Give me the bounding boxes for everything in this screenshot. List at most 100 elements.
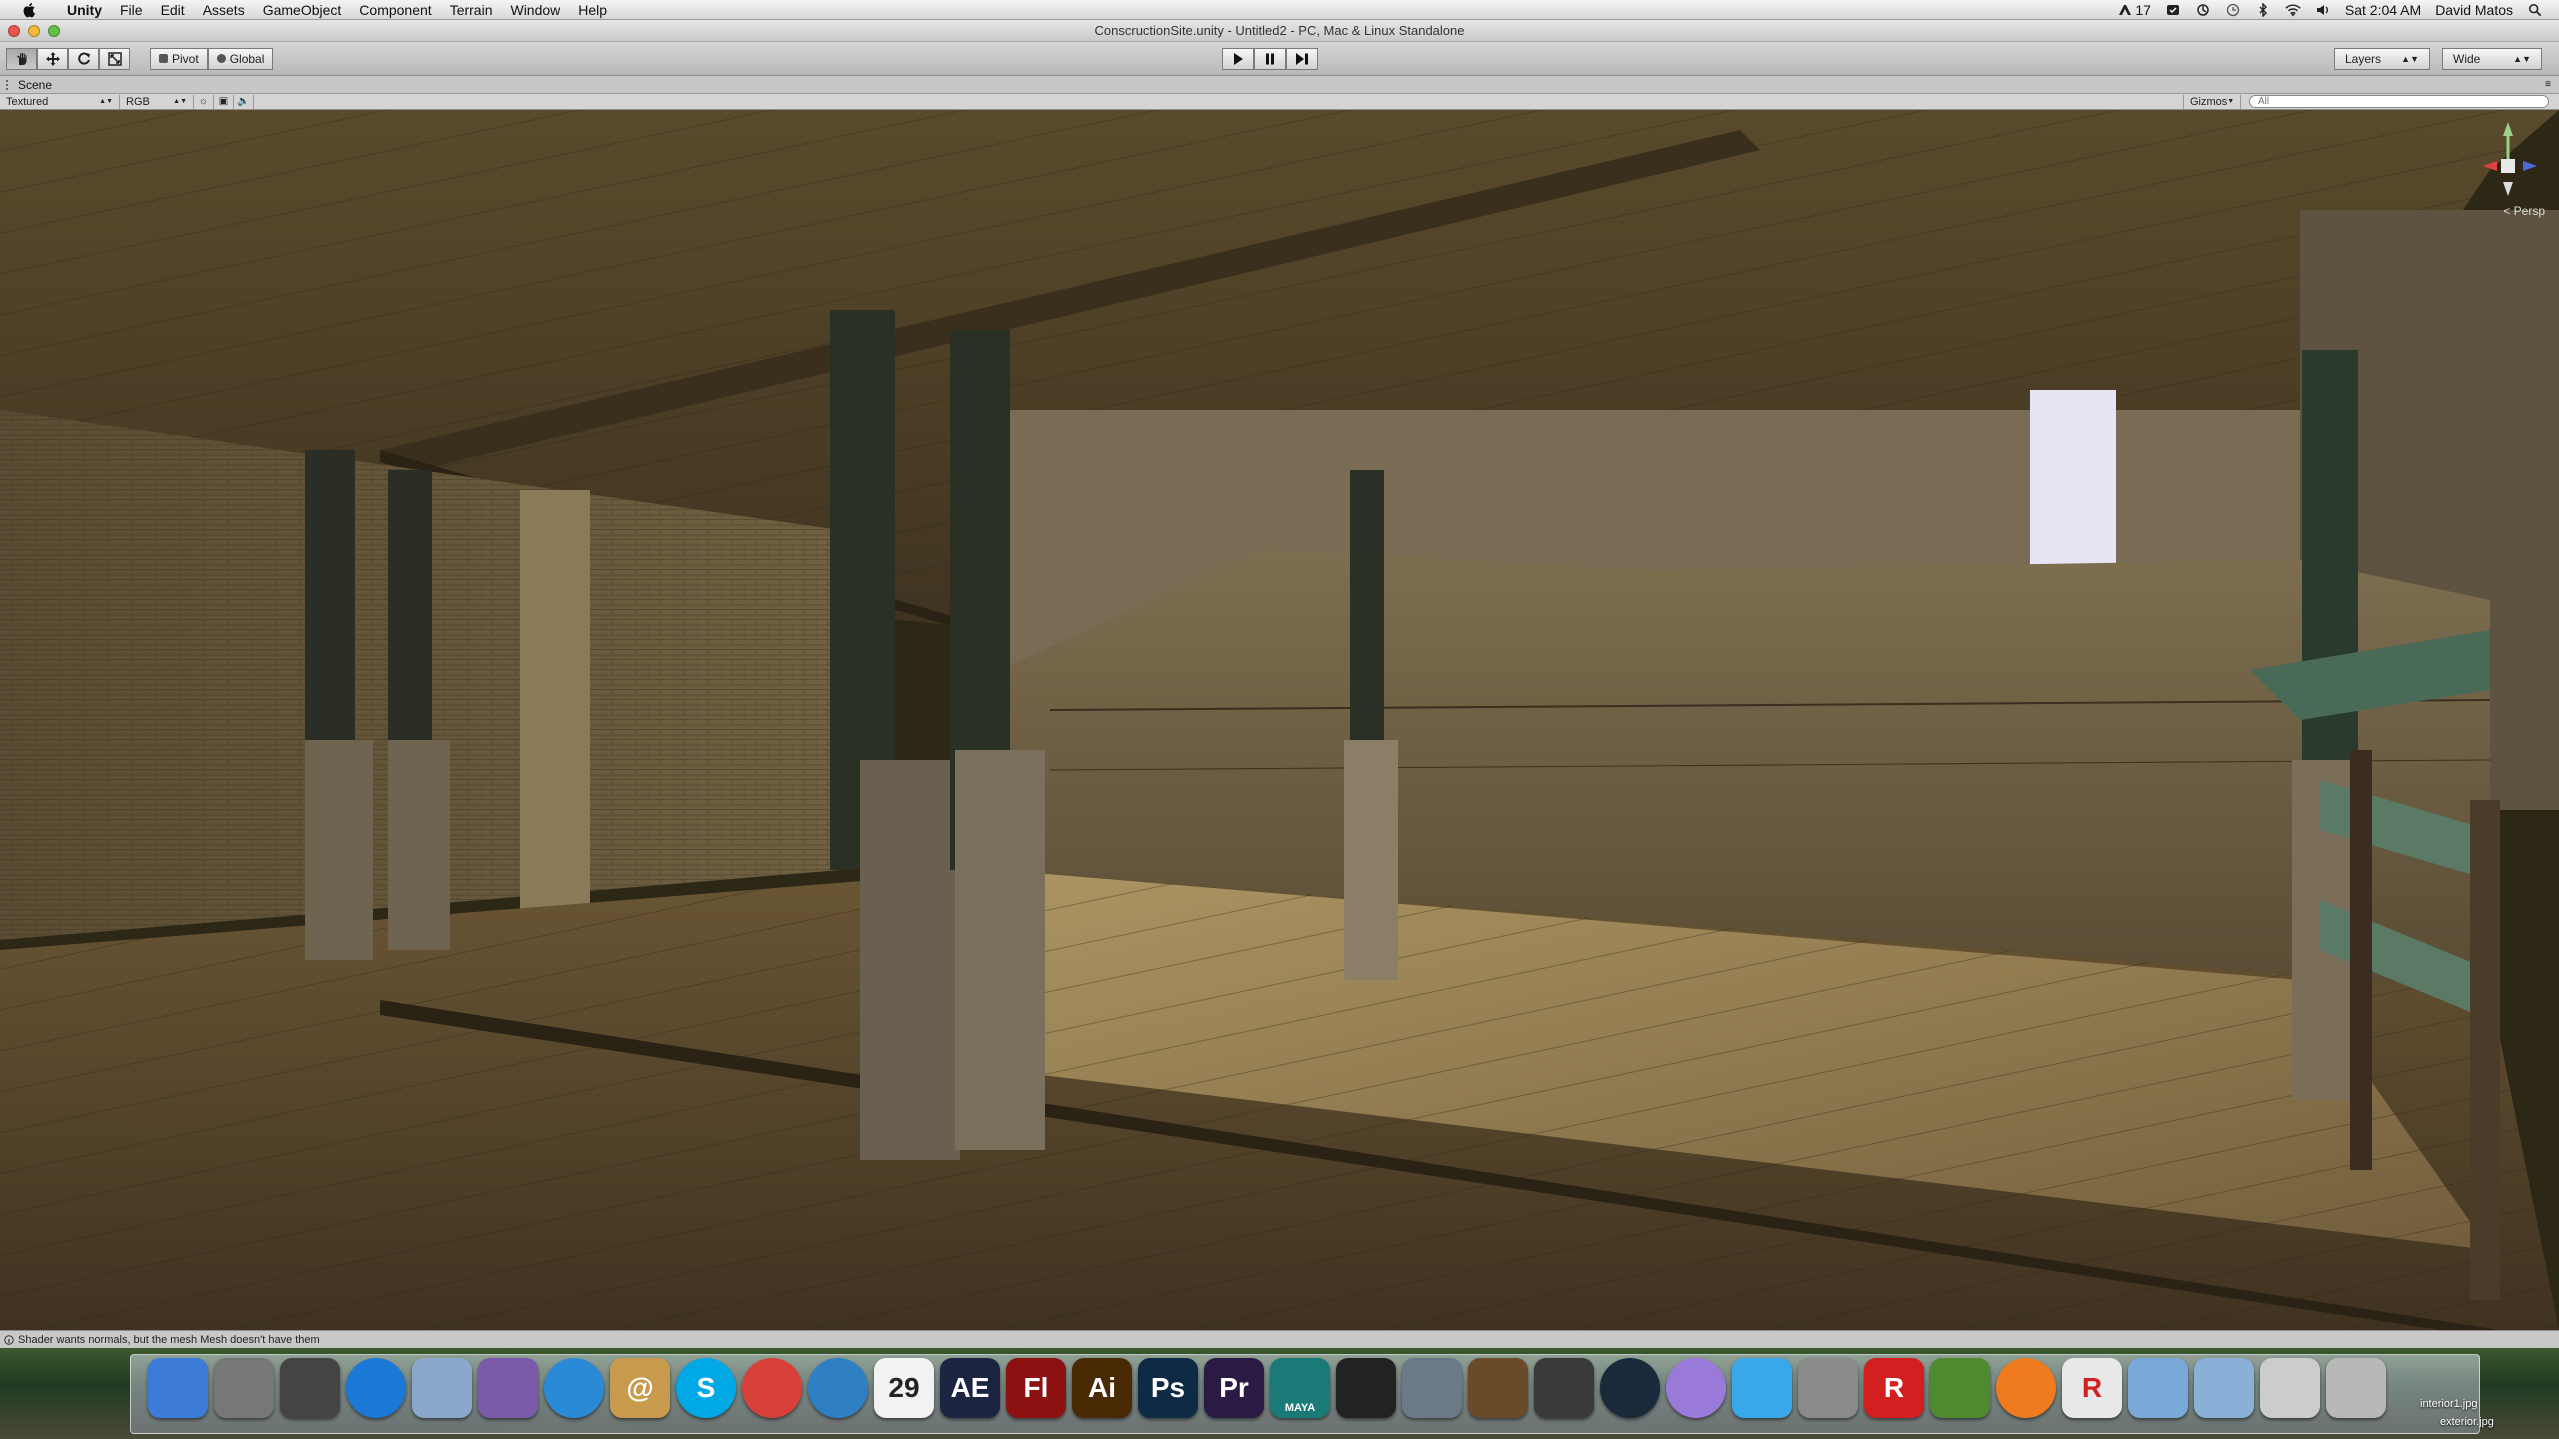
- scene-search-input[interactable]: [2249, 95, 2549, 108]
- documents-folder-icon[interactable]: [2194, 1358, 2254, 1418]
- tab-scene[interactable]: Scene: [6, 78, 52, 92]
- volume-icon[interactable]: [2315, 3, 2331, 17]
- menu-gameobject[interactable]: GameObject: [254, 2, 351, 18]
- color-mode-dropdown[interactable]: RGB ▲▼: [120, 94, 194, 109]
- illustrator-icon[interactable]: Ai: [1072, 1358, 1132, 1418]
- illustrator-label: Ai: [1088, 1372, 1116, 1403]
- sphere-icon[interactable]: [1666, 1358, 1726, 1418]
- launchpad-icon[interactable]: [214, 1358, 274, 1418]
- preview-icon[interactable]: [412, 1358, 472, 1418]
- spotlight-search-icon[interactable]: [2527, 3, 2543, 17]
- chevron-updown-icon: ▲▼: [2401, 54, 2419, 64]
- trash-icon[interactable]: [2326, 1358, 2386, 1418]
- dropbox-icon[interactable]: [2165, 3, 2181, 17]
- chevron-updown-icon: ▲▼: [173, 98, 187, 105]
- menu-window[interactable]: Window: [501, 2, 569, 18]
- speaker-icon: 🔈: [237, 96, 250, 107]
- scale-tool-button[interactable]: [99, 47, 130, 70]
- adobe-status-item[interactable]: 17: [2118, 2, 2151, 18]
- pause-button[interactable]: [1254, 48, 1286, 70]
- bluetooth-icon[interactable]: [2255, 2, 2271, 17]
- lighting-toggle[interactable]: ☼: [194, 94, 214, 109]
- roblox-icon[interactable]: R: [1864, 1358, 1924, 1418]
- layout-dropdown[interactable]: Wide ▲▼: [2442, 48, 2542, 70]
- desktop-file-exterior[interactable]: exterior.jpg: [2440, 1416, 2494, 1428]
- move-tool-button[interactable]: [37, 47, 68, 70]
- apple-icon[interactable]: [22, 2, 38, 18]
- dashboard-icon[interactable]: [280, 1358, 340, 1418]
- garageband-icon[interactable]: [1468, 1358, 1528, 1418]
- projection-label[interactable]: < Persp: [2503, 204, 2545, 218]
- layers-dropdown[interactable]: Layers ▲▼: [2334, 48, 2430, 70]
- unity-stack-icon[interactable]: [2260, 1358, 2320, 1418]
- scene-tab-grip-icon: [6, 79, 14, 90]
- after-effects-icon[interactable]: AE: [940, 1358, 1000, 1418]
- menu-help[interactable]: Help: [569, 2, 616, 18]
- clock[interactable]: Sat 2:04 AM: [2345, 2, 2421, 18]
- flash-icon[interactable]: Fl: [1006, 1358, 1066, 1418]
- tab-menu-icon[interactable]: ≡: [2545, 79, 2551, 90]
- premiere-label: Pr: [1219, 1372, 1249, 1403]
- calendar-icon[interactable]: 29: [874, 1358, 934, 1418]
- itunes-icon[interactable]: [808, 1358, 868, 1418]
- skype-label: S: [696, 1372, 716, 1403]
- scene-viewport[interactable]: < Persp: [0, 110, 2559, 1330]
- pivot-toggle[interactable]: Pivot: [150, 47, 208, 70]
- menu-terrain[interactable]: Terrain: [441, 2, 502, 18]
- menu-assets[interactable]: Assets: [194, 2, 254, 18]
- origin-icon[interactable]: [1996, 1358, 2056, 1418]
- step-button[interactable]: [1286, 48, 1318, 70]
- contacts-icon[interactable]: @: [610, 1358, 670, 1418]
- roblox-studio-label: R: [2081, 1372, 2103, 1403]
- gizmo-y-axis[interactable]: [2503, 122, 2513, 136]
- close-window-button[interactable]: [8, 24, 20, 37]
- sync-icon[interactable]: [2195, 3, 2211, 17]
- global-toggle[interactable]: Global: [207, 47, 274, 70]
- global-label: Global: [229, 51, 265, 66]
- chrome-icon[interactable]: [742, 1358, 802, 1418]
- desktop-file-interior[interactable]: interior1.jpg: [2420, 1398, 2477, 1410]
- wifi-icon[interactable]: [2285, 3, 2301, 17]
- premiere-icon[interactable]: Pr: [1204, 1358, 1264, 1418]
- window-title: ConscructionSite.unity - Untitled2 - PC,…: [1094, 23, 1465, 38]
- render-mode-dropdown[interactable]: Textured ▲▼: [0, 94, 120, 109]
- wireless-icon[interactable]: [1402, 1358, 1462, 1418]
- globe-icon: [216, 54, 226, 63]
- unity-icon[interactable]: [1336, 1358, 1396, 1418]
- hand-tool-button[interactable]: [6, 47, 37, 70]
- zoom-window-button[interactable]: [48, 24, 60, 37]
- applications-folder-icon[interactable]: [2128, 1358, 2188, 1418]
- gizmo-z-axis[interactable]: [2523, 161, 2537, 171]
- menu-component[interactable]: Component: [350, 2, 440, 18]
- menu-file[interactable]: File: [111, 2, 152, 18]
- photoshop-icon[interactable]: Ps: [1138, 1358, 1198, 1418]
- play-button[interactable]: [1222, 48, 1254, 70]
- minecraft-icon[interactable]: [1930, 1358, 1990, 1418]
- skype-icon[interactable]: S: [676, 1358, 736, 1418]
- window-controls: [8, 24, 60, 37]
- script-editor-icon[interactable]: [478, 1358, 538, 1418]
- audio-toggle[interactable]: 🔈: [234, 94, 254, 109]
- system-preferences-icon[interactable]: [1798, 1358, 1858, 1418]
- gizmos-dropdown[interactable]: Gizmos ▼: [2183, 94, 2241, 109]
- maya-icon[interactable]: MAYA: [1270, 1358, 1330, 1418]
- menu-app-name[interactable]: Unity: [58, 2, 111, 18]
- safari-icon[interactable]: [544, 1358, 604, 1418]
- time-machine-icon[interactable]: [2225, 3, 2241, 17]
- menu-edit[interactable]: Edit: [152, 2, 194, 18]
- imovie-icon[interactable]: [1534, 1358, 1594, 1418]
- scene-fx-toggle[interactable]: ▣: [214, 94, 234, 109]
- finder-icon[interactable]: [148, 1358, 208, 1418]
- app-store-icon[interactable]: [346, 1358, 406, 1418]
- rotate-tool-button[interactable]: [68, 47, 99, 70]
- scene-tab-label: Scene: [18, 77, 53, 92]
- user-name[interactable]: David Matos: [2435, 2, 2513, 18]
- minimize-window-button[interactable]: [28, 24, 40, 37]
- steam-icon[interactable]: [1600, 1358, 1660, 1418]
- sun-icon: ☼: [198, 96, 209, 107]
- gizmo-center-cube[interactable]: [2501, 159, 2515, 173]
- console-status-bar[interactable]: Shader wants normals, but the mesh Mesh …: [0, 1330, 2559, 1348]
- roblox-studio-icon[interactable]: R: [2062, 1358, 2122, 1418]
- cube-app-icon[interactable]: [1732, 1358, 1792, 1418]
- gizmo-x-axis[interactable]: [2483, 161, 2497, 171]
